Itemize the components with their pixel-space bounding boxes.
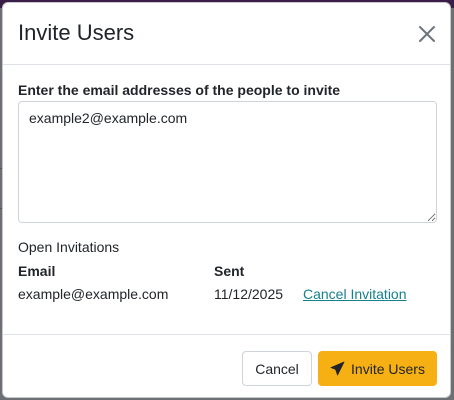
- column-header-sent: Sent: [214, 263, 245, 279]
- cancel-invitation-link[interactable]: Cancel Invitation: [303, 286, 407, 302]
- paper-plane-icon: [330, 361, 345, 376]
- cancel-button-label: Cancel: [255, 360, 299, 377]
- email-addresses-input[interactable]: [18, 101, 437, 223]
- invite-users-modal: Invite Users Enter the email addresses o…: [2, 2, 451, 398]
- modal-header: Invite Users: [3, 3, 450, 65]
- invitation-sent-date: 11/12/2025: [214, 286, 284, 302]
- close-button[interactable]: [416, 23, 438, 45]
- column-header-email: Email: [18, 263, 56, 279]
- modal-title: Invite Users: [18, 20, 135, 45]
- invite-users-button-label: Invite Users: [351, 360, 425, 377]
- modal-footer: Cancel Invite Users: [3, 334, 450, 398]
- cancel-button[interactable]: Cancel: [242, 351, 312, 386]
- invite-users-button[interactable]: Invite Users: [318, 351, 437, 386]
- open-invitations-title: Open Invitations: [18, 239, 120, 255]
- invitation-email: example@example.com: [18, 286, 169, 302]
- close-icon: [419, 26, 435, 42]
- email-addresses-label: Enter the email addresses of the people …: [18, 82, 341, 98]
